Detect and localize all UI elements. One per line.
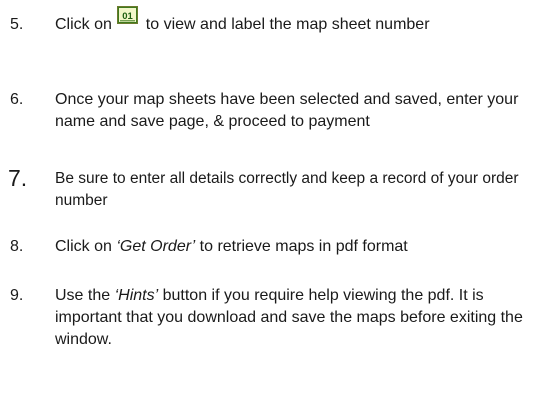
get-order-label: ‘Get Order’ [116,238,196,255]
step-text-after: to retrieve maps in pdf format [195,238,408,255]
step-text: Be sure to enter all details correctly a… [55,170,519,209]
step-text-before-icon: Click on [55,16,117,33]
step-number: 7. [8,165,28,191]
step-text-before: Click on [55,238,117,255]
step-number: 9. [10,287,24,304]
step-text-after-icon: to view and label the map sheet number [141,16,430,33]
step-text: Click on 01 to view and label the map sh… [55,6,541,36]
step-text: Click on ‘Get Order’ to retrieve maps in… [55,236,541,258]
hints-label: ‘Hints’ [114,287,159,304]
step-text: Use the ‘Hints’ button if you require he… [55,285,541,351]
step-text: Once your map sheets have been selected … [55,91,519,130]
step-text-before: Use the [55,287,115,304]
step-number: 5. [10,16,24,33]
map-sheet-number-icon[interactable]: 01 [117,6,139,24]
step-number: 6. [10,91,24,108]
svg-text:01: 01 [123,11,134,22]
instruction-list: 5. Click on 01 to view and label the map… [0,0,543,394]
step-number: 8. [10,238,24,255]
